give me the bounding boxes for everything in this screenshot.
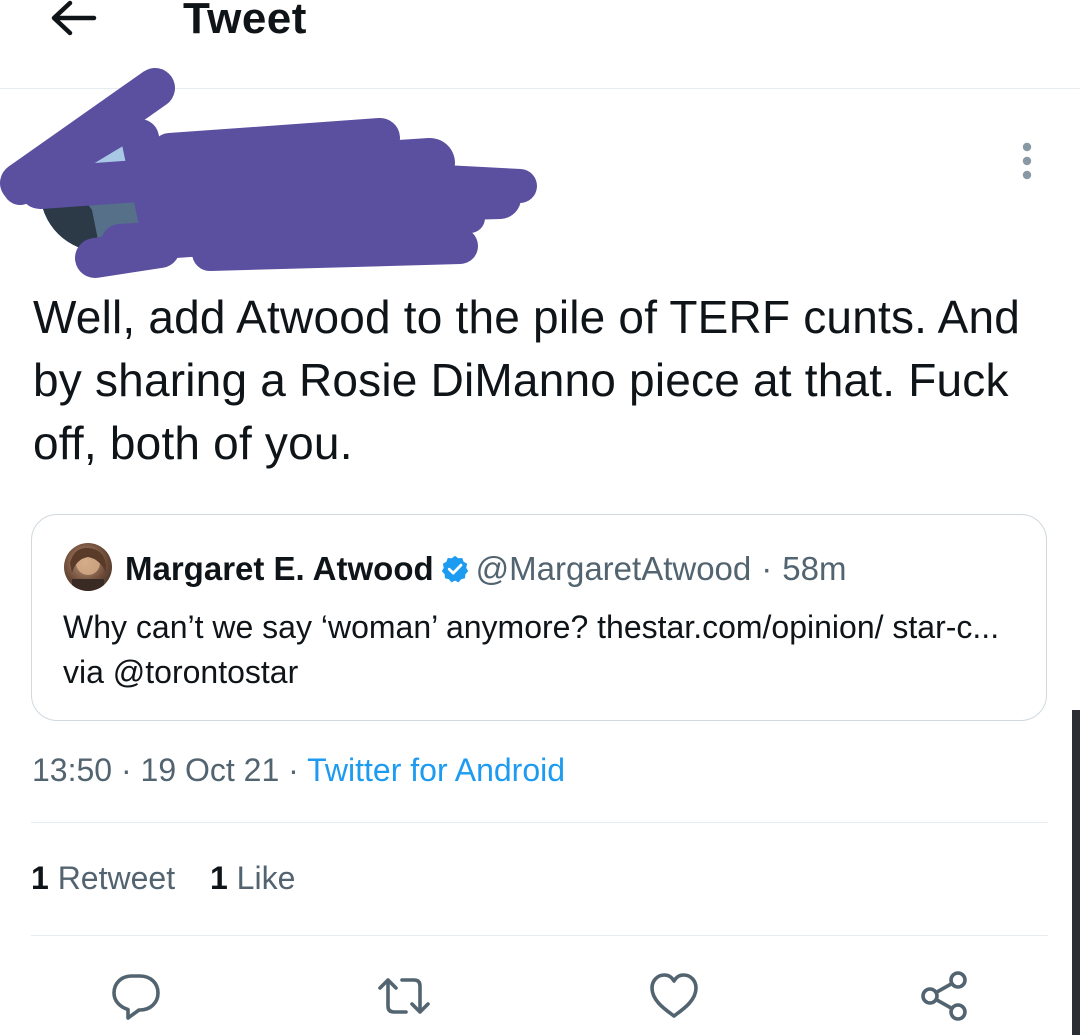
share-button[interactable] (916, 968, 972, 1024)
quoted-tweet-card[interactable]: Margaret E. Atwood @MargaretAtwood · 58m… (31, 514, 1047, 721)
divider (31, 822, 1048, 823)
quoted-timestamp[interactable]: 58m (782, 550, 846, 588)
avatar-image (70, 547, 106, 591)
tweet-time[interactable]: 13:50 (32, 752, 112, 788)
engagement-stats: 1 Retweet 1 Like (31, 858, 321, 898)
retweet-count: 1 (31, 860, 49, 896)
retweet-icon (378, 978, 430, 1014)
like-count: 1 (209, 860, 228, 896)
source-link[interactable]: Twitter for Android (307, 752, 565, 788)
quoted-text: Why can’t we say ‘woman’ anymore? thesta… (63, 609, 1000, 690)
reply-icon (112, 974, 160, 1020)
heart-icon (650, 973, 698, 1018)
tweet-detail-screen: Tweet Well, add Atwood to the pile of TE… (0, 0, 1080, 1035)
separator-dot: · (761, 550, 773, 587)
quoted-avatar[interactable] (64, 543, 112, 591)
divider (31, 935, 1048, 936)
redaction-scribble (0, 68, 537, 278)
separator-dot: · (288, 752, 299, 788)
scrollbar[interactable] (1072, 710, 1080, 1035)
more-options-button[interactable] (1012, 140, 1042, 182)
retweet-button[interactable] (376, 968, 432, 1024)
like-button[interactable] (646, 968, 702, 1024)
separator-dot: · (120, 752, 132, 788)
page-title: Tweet (183, 0, 307, 43)
quoted-name[interactable]: Margaret E. Atwood (125, 550, 434, 588)
quoted-handle[interactable]: @MargaretAtwood (476, 550, 752, 588)
arrow-left-icon (51, 0, 97, 36)
retweets-stat[interactable]: 1 Retweet (31, 860, 175, 896)
like-label: Like (236, 860, 296, 896)
quoted-header: Margaret E. Atwood @MargaretAtwood · 58m (125, 549, 846, 589)
verified-badge-icon (441, 555, 468, 583)
likes-stat[interactable]: 1 Like (210, 860, 295, 896)
tweet-text: Well, add Atwood to the pile of TERF cun… (33, 291, 1021, 469)
tweet-meta: 13:50 · 19 Oct 21 · Twitter for Android (32, 750, 565, 790)
more-vertical-icon (1022, 142, 1032, 180)
back-button[interactable] (48, 0, 98, 40)
retweet-label: Retweet (57, 860, 176, 896)
reply-button[interactable] (108, 968, 164, 1024)
share-icon (921, 971, 967, 1021)
tweet-date[interactable]: 19 Oct 21 (141, 752, 280, 788)
